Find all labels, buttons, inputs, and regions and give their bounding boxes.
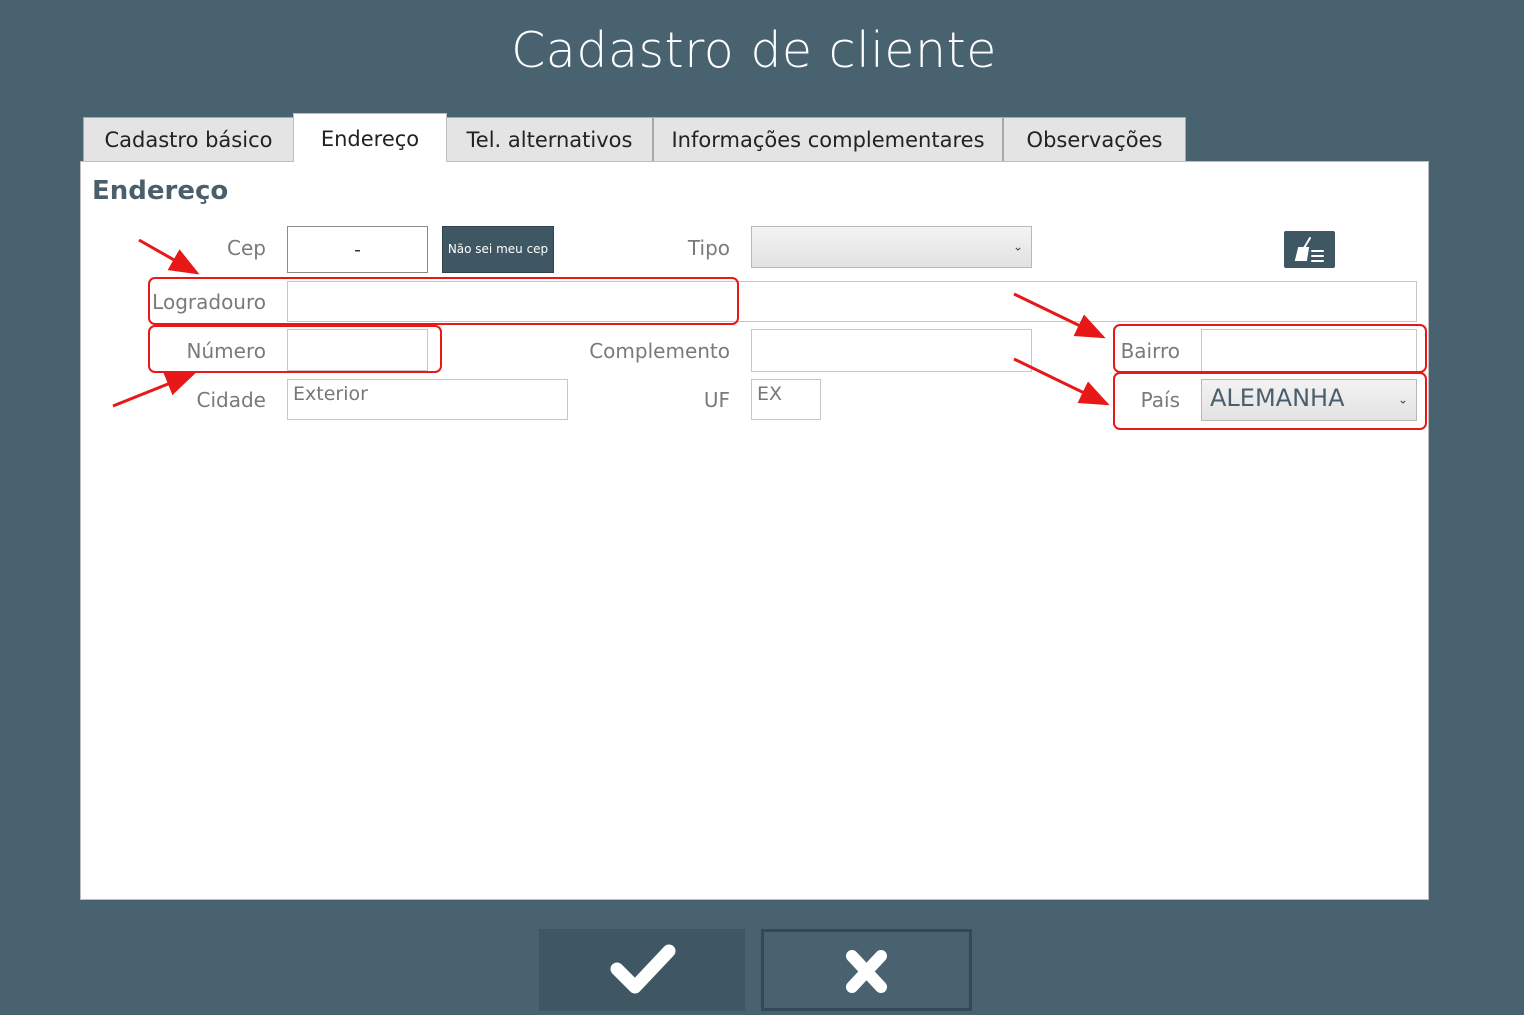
uf-label: UF: [703, 388, 730, 412]
broom-list-icon: [1294, 237, 1324, 262]
numero-label: Número: [186, 339, 266, 363]
cep-input[interactable]: [287, 226, 428, 273]
logradouro-label: Logradouro: [152, 290, 266, 314]
chevron-down-icon: ⌄: [1397, 392, 1408, 407]
tab-panel-endereco: [80, 161, 1429, 900]
cidade-field: Exterior: [287, 379, 568, 420]
tipo-select[interactable]: ⌄: [751, 226, 1032, 268]
cep-label: Cep: [227, 236, 266, 260]
tab-cadastro-basico[interactable]: Cadastro básico: [83, 117, 294, 161]
uf-field: EX: [751, 379, 821, 420]
pais-select-value: ALEMANHA: [1210, 384, 1345, 412]
section-title: Endereço: [92, 176, 229, 206]
cidade-label: Cidade: [196, 388, 266, 412]
complemento-label: Complemento: [589, 339, 730, 363]
tipo-label: Tipo: [687, 236, 730, 260]
chevron-down-icon: ⌄: [1012, 239, 1023, 254]
tab-informacoes-complementares[interactable]: Informações complementares: [653, 117, 1003, 161]
tab-endereco[interactable]: Endereço: [293, 113, 447, 162]
tab-tel-alternativos[interactable]: Tel. alternativos: [446, 117, 653, 161]
checkmark-icon: [610, 944, 676, 994]
logradouro-input[interactable]: [287, 281, 1417, 322]
numero-input[interactable]: [287, 329, 428, 371]
nao-sei-meu-cep-button[interactable]: Não sei meu cep: [442, 226, 554, 273]
clear-form-button[interactable]: [1284, 231, 1335, 268]
confirm-button[interactable]: [539, 929, 745, 1011]
close-icon: [846, 950, 887, 993]
page-title: Cadastro de cliente: [511, 22, 997, 79]
bairro-label: Bairro: [1120, 339, 1180, 363]
pais-label: País: [1140, 388, 1180, 412]
pais-select[interactable]: ALEMANHA ⌄: [1201, 379, 1417, 421]
cancel-button[interactable]: [761, 929, 972, 1011]
complemento-input[interactable]: [751, 329, 1032, 372]
bairro-input[interactable]: [1201, 329, 1417, 372]
tab-observacoes[interactable]: Observações: [1003, 117, 1186, 161]
